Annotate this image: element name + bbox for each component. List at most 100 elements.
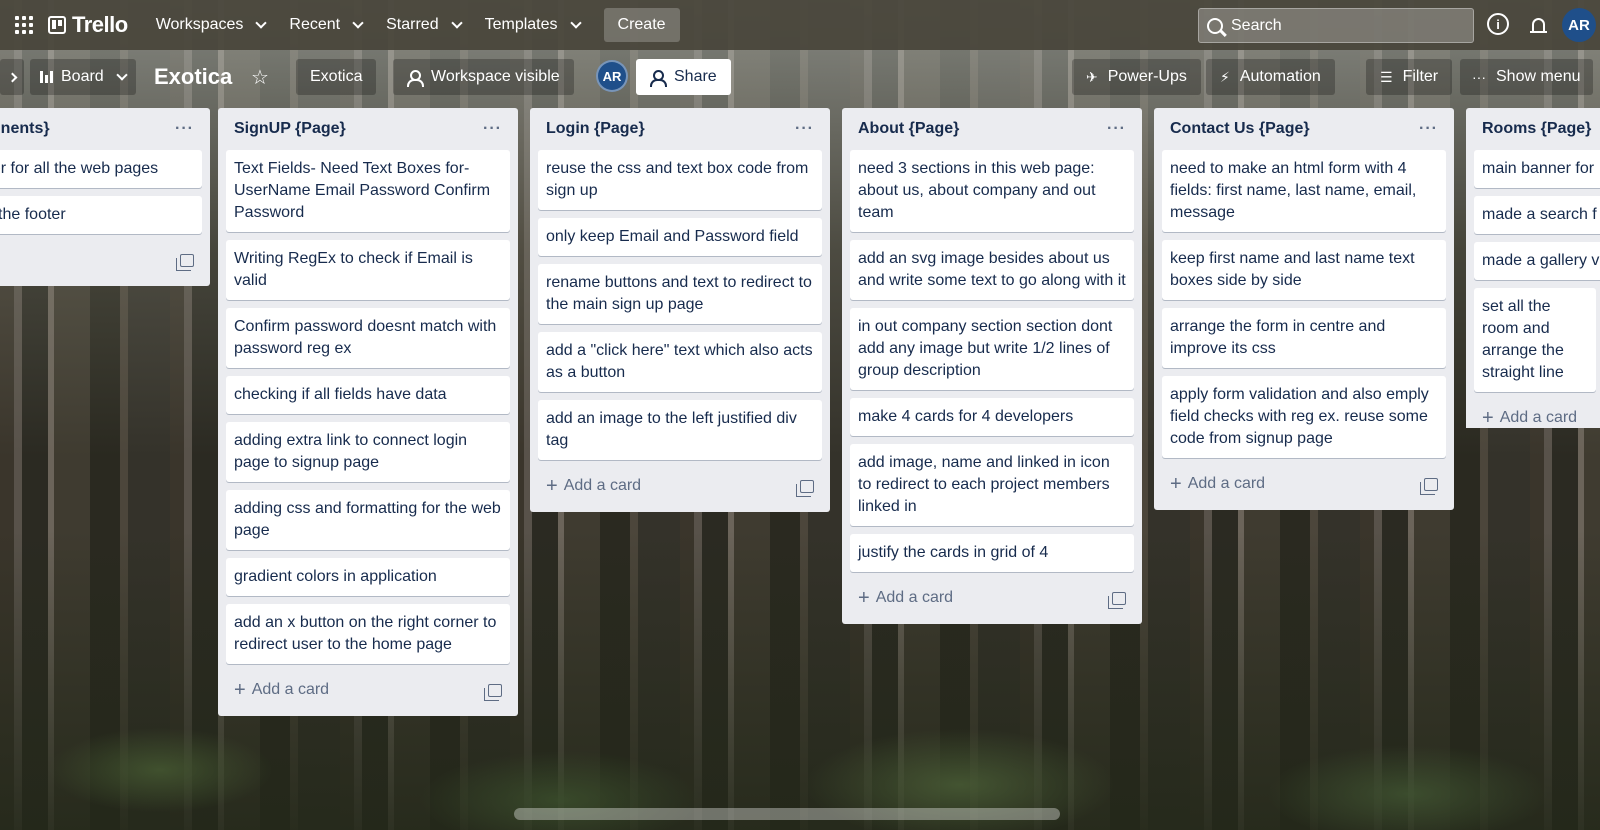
filter-button[interactable]: ☰ Filter xyxy=(1366,59,1453,95)
list-footer: card xyxy=(0,242,202,278)
menu-templates[interactable]: Templates xyxy=(473,8,592,42)
list-signup: SignUP {Page} ··· Text Fields- Need Text… xyxy=(218,108,518,716)
menu-workspaces[interactable]: Workspaces xyxy=(144,8,278,42)
list-menu-icon[interactable]: ··· xyxy=(1107,120,1126,138)
card[interactable]: add an svg image besides about us and wr… xyxy=(850,240,1134,300)
create-button[interactable]: Create xyxy=(603,8,680,42)
card[interactable]: justify the cards in grid of 4 xyxy=(850,534,1134,572)
card[interactable]: main banner for xyxy=(1474,150,1600,188)
card[interactable]: set all the room and arrange the straigh… xyxy=(1474,288,1596,392)
card[interactable]: sign a footer for all the web pages xyxy=(0,150,202,188)
card[interactable]: adding css and formatting for the web pa… xyxy=(226,490,510,550)
list-title[interactable]: Rooms {Page} xyxy=(1482,120,1591,138)
plus-icon: + xyxy=(1170,473,1182,495)
list-header: About {Page} ··· xyxy=(850,108,1134,150)
scrollbar-thumb[interactable] xyxy=(514,808,1060,820)
trello-logo[interactable]: Trello xyxy=(48,12,128,38)
card[interactable]: only keep Email and Password field xyxy=(538,218,822,256)
card[interactable]: Confirm password doesnt match with passw… xyxy=(226,308,510,368)
card[interactable]: need 3 sections in this web page: about … xyxy=(850,150,1134,232)
list-clip: s {Components} ··· sign a footer for all… xyxy=(0,108,210,308)
workspace-visibility-button[interactable]: Workspace visible xyxy=(393,59,574,95)
card[interactable]: apply form validation and also emply fie… xyxy=(1162,376,1446,458)
card[interactable]: arrange the form in centre and improve i… xyxy=(1162,308,1446,368)
list-title[interactable]: SignUP {Page} xyxy=(234,120,346,138)
list-title[interactable]: Contact Us {Page} xyxy=(1170,120,1310,138)
user-avatar[interactable]: AR xyxy=(1562,8,1596,42)
list-menu-icon[interactable]: ··· xyxy=(483,120,502,138)
list-menu-icon[interactable]: ··· xyxy=(795,120,814,138)
board-header: Board Exotica ☆ Exotica Workspace visibl… xyxy=(0,55,1600,99)
card[interactable]: keep first name and last name text boxes… xyxy=(1162,240,1446,300)
board-view-label: Board xyxy=(61,68,104,85)
card[interactable]: adding extra link to connect login page … xyxy=(226,422,510,482)
menu-starred[interactable]: Starred xyxy=(374,8,472,42)
card[interactable]: rename buttons and text to redirect to t… xyxy=(538,264,822,324)
star-icon[interactable]: ☆ xyxy=(244,59,276,95)
menu-recent[interactable]: Recent xyxy=(277,8,374,42)
list-title[interactable]: About {Page} xyxy=(858,120,959,138)
bell-icon[interactable] xyxy=(1527,13,1549,35)
add-card-button[interactable]: + Add a card xyxy=(1170,474,1265,494)
add-card-button[interactable]: + Add a card xyxy=(234,680,329,700)
horizontal-scrollbar[interactable] xyxy=(0,808,1600,820)
logo-text: Trello xyxy=(72,12,128,37)
card[interactable]: add an image to the left justified div t… xyxy=(538,400,822,460)
info-icon[interactable]: i xyxy=(1487,13,1509,35)
card[interactable]: add a "click here" text which also acts … xyxy=(538,332,822,392)
list-contact-us: Contact Us {Page} ··· need to make an ht… xyxy=(1154,108,1454,510)
add-card-label: Add a card xyxy=(563,477,642,494)
workspace-name-button[interactable]: Exotica xyxy=(296,59,377,95)
app-switcher-icon[interactable] xyxy=(8,9,40,41)
list-footer: + Add a card xyxy=(850,580,1134,616)
board-view-icon xyxy=(40,71,53,83)
search-icon xyxy=(1207,17,1223,34)
automation-button[interactable]: ⚡ Automation xyxy=(1206,59,1335,95)
member-avatar[interactable]: AR xyxy=(596,60,628,92)
card-template-icon[interactable] xyxy=(484,683,502,701)
card[interactable]: gradient colors in application xyxy=(226,558,510,596)
add-card-button[interactable]: + Add a card xyxy=(1482,408,1577,428)
chevron-down-icon xyxy=(116,68,128,81)
list-title[interactable]: s {Components} xyxy=(0,120,50,138)
card[interactable]: made a search f xyxy=(1474,196,1600,234)
search-input[interactable] xyxy=(1231,16,1451,35)
list-title[interactable]: Login {Page} xyxy=(546,120,645,138)
card[interactable]: ect line in the footer xyxy=(0,196,202,234)
add-card-button[interactable]: + Add a card xyxy=(858,588,953,608)
show-menu-button[interactable]: ··· Show menu xyxy=(1460,59,1593,95)
add-card-button[interactable]: + Add a card xyxy=(546,476,641,496)
add-member-icon xyxy=(650,70,667,87)
card[interactable]: made a gallery v xyxy=(1474,242,1600,280)
card[interactable]: checking if all fields have data xyxy=(226,376,510,414)
card[interactable]: reuse the css and text box code from sig… xyxy=(538,150,822,210)
card[interactable]: add an x button on the right corner to r… xyxy=(226,604,510,664)
show-menu-label: Show menu xyxy=(1496,68,1581,85)
list-footer: + Add a card xyxy=(1162,466,1446,502)
card[interactable]: need to make an html form with 4 fields:… xyxy=(1162,150,1446,232)
list-header: SignUP {Page} ··· xyxy=(226,108,510,150)
card-template-icon[interactable] xyxy=(796,479,814,497)
power-ups-button[interactable]: ✈ Power-Ups xyxy=(1072,59,1201,95)
search-box[interactable] xyxy=(1198,8,1474,43)
list-header: s {Components} ··· xyxy=(0,108,202,150)
expand-sidebar-button[interactable] xyxy=(0,59,24,95)
list-about: About {Page} ··· need 3 sections in this… xyxy=(842,108,1142,624)
card-template-icon[interactable] xyxy=(1108,591,1126,609)
share-button[interactable]: Share xyxy=(636,59,731,95)
card[interactable]: Writing RegEx to check if Email is valid xyxy=(226,240,510,300)
list-login: Login {Page} ··· reuse the css and text … xyxy=(530,108,830,512)
board-view-switcher[interactable]: Board xyxy=(30,59,136,95)
list-menu-icon[interactable]: ··· xyxy=(1419,120,1438,138)
card[interactable]: Text Fields- Need Text Boxes for- UserNa… xyxy=(226,150,510,232)
card-template-icon[interactable] xyxy=(176,253,194,271)
list-components: s {Components} ··· sign a footer for all… xyxy=(0,108,210,286)
card[interactable]: in out company section section dont add … xyxy=(850,308,1134,390)
card[interactable]: make 4 cards for 4 developers xyxy=(850,398,1134,436)
plus-icon: + xyxy=(234,679,246,701)
card[interactable]: add image, name and linked in icon to re… xyxy=(850,444,1134,526)
card-template-icon[interactable] xyxy=(1420,477,1438,495)
board-title[interactable]: Exotica xyxy=(146,59,240,95)
list-menu-icon[interactable]: ··· xyxy=(175,120,194,138)
plus-icon: + xyxy=(1482,407,1494,428)
